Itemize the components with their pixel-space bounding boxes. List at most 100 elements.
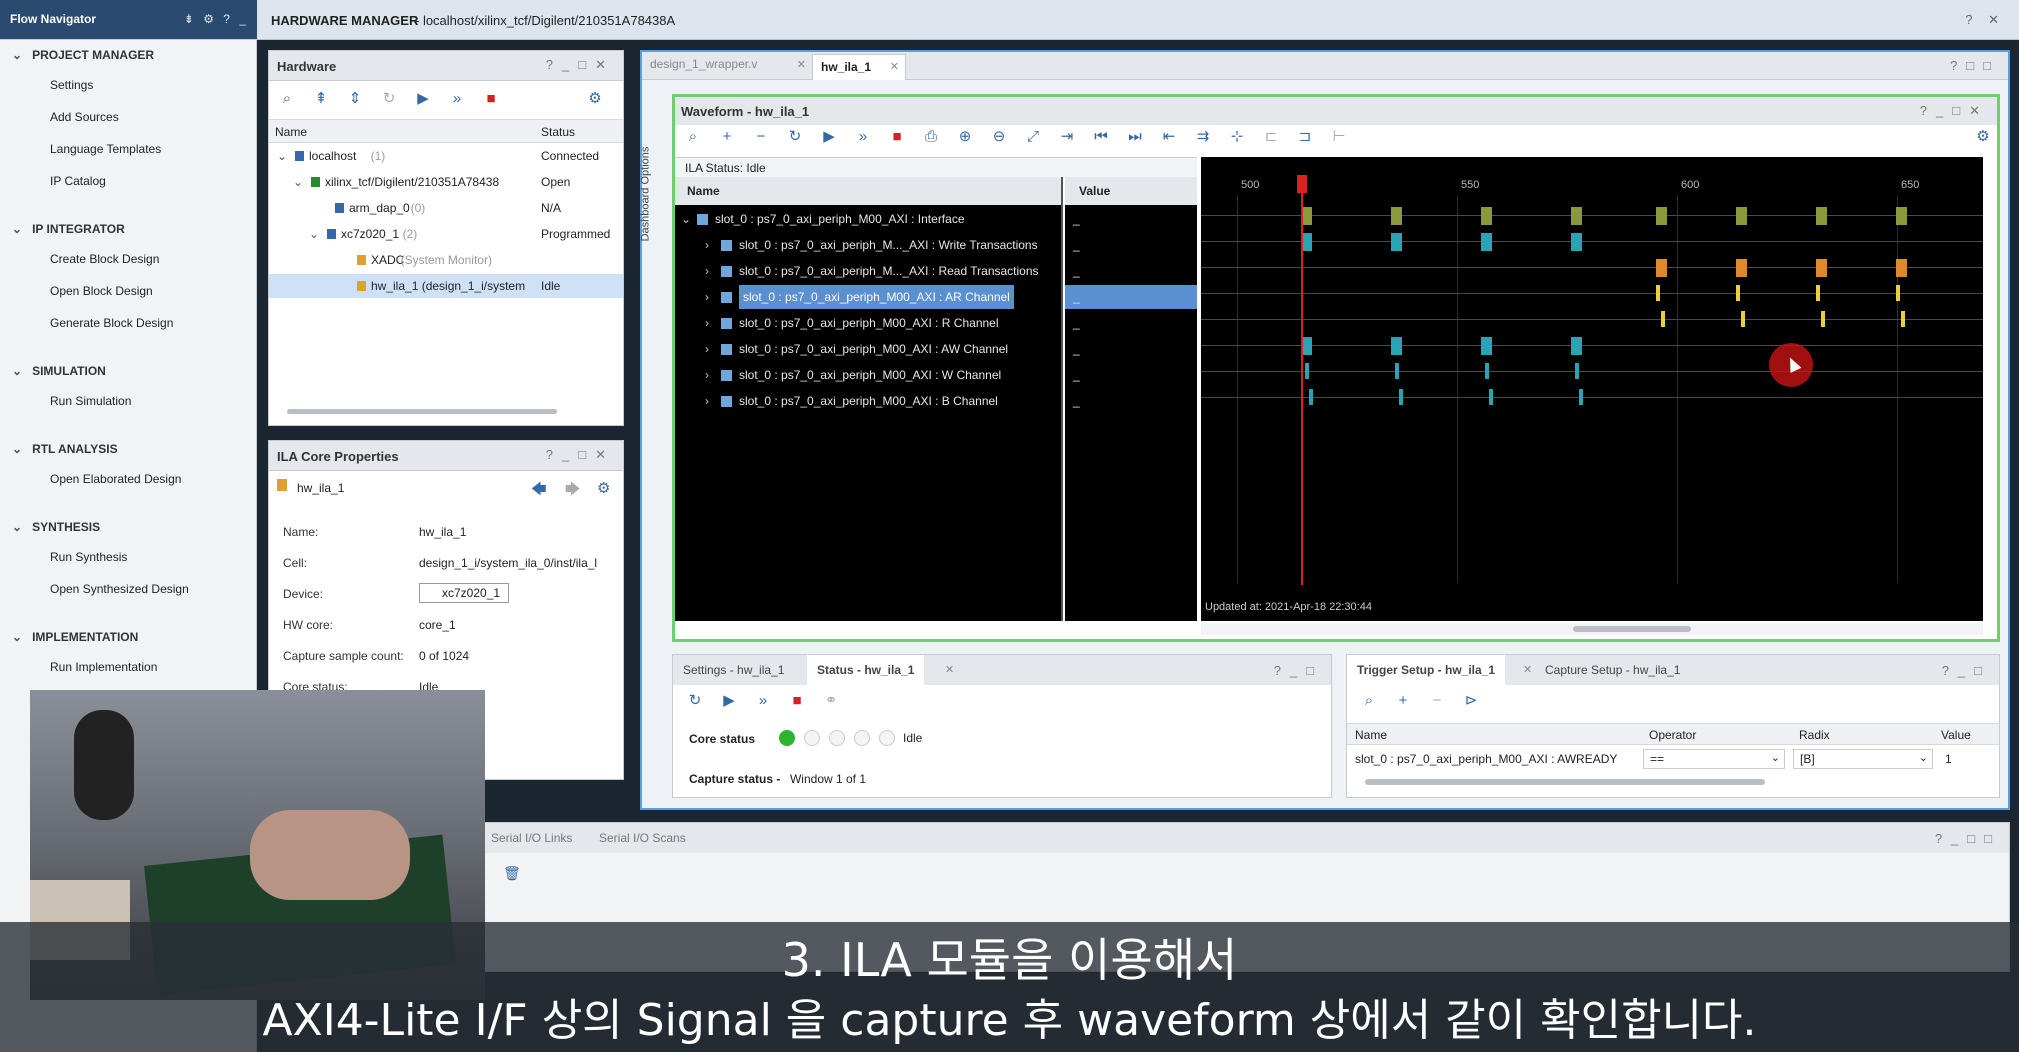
transaction-marker[interactable] [1481, 207, 1492, 225]
nav-item-run-implementation[interactable]: Run Implementation [50, 660, 157, 674]
hardware-tree-row[interactable]: ⌄ xc7z020_1 (2) Programmed [269, 222, 623, 246]
transaction-marker[interactable] [1736, 259, 1747, 277]
signal-row[interactable]: › slot_0 : ps7_0_axi_periph_M00_AXI : AW … [675, 337, 1061, 361]
chevron-right-icon[interactable]: › [705, 233, 709, 257]
transaction-marker[interactable] [1736, 285, 1740, 301]
close-icon[interactable]: ✕ [1523, 663, 1532, 676]
run-immediate-icon[interactable]: » [753, 691, 773, 711]
transaction-marker[interactable] [1579, 389, 1583, 405]
forward-arrow-icon[interactable]: 🡆 [565, 479, 581, 504]
trigger-row[interactable]: slot_0 : ps7_0_axi_periph_M00_AXI : AWRE… [1347, 747, 1999, 771]
nav-item-open-block-design[interactable]: Open Block Design [50, 284, 153, 298]
transaction-marker[interactable] [1656, 259, 1667, 277]
close-icon[interactable]: ✕ [945, 663, 954, 676]
nav-section-rtl-analysis[interactable]: ⌄ RTL ANALYSIS [12, 442, 118, 456]
tab-capture-setup[interactable]: Capture Setup - hw_ila_1 [1535, 655, 1690, 685]
tab-design-wrapper[interactable]: design_1_wrapper.v ✕ [650, 56, 810, 78]
transaction-marker[interactable] [1489, 389, 1493, 405]
prev-transition-icon[interactable]: ⇤ [1159, 127, 1179, 147]
signal-row[interactable]: › slot_0 : ps7_0_axi_periph_M..._AXI : Re… [675, 259, 1061, 283]
transaction-marker[interactable] [1821, 311, 1825, 327]
nav-item-create-block-design[interactable]: Create Block Design [50, 252, 159, 266]
go-to-cursor-icon[interactable]: ⇥ [1057, 127, 1077, 147]
gear-icon[interactable]: ⚙ [1973, 127, 1993, 147]
chevron-down-icon[interactable]: ⌄ [309, 222, 319, 246]
tab-settings-hw-ila[interactable]: Settings - hw_ila_1 [673, 655, 794, 685]
stop-icon[interactable]: ■ [887, 127, 907, 147]
next-marker-icon[interactable]: ⊐ [1295, 127, 1315, 147]
gear-icon[interactable]: ⚙ [585, 89, 605, 109]
trash-icon[interactable]: 🗑 [503, 865, 521, 882]
col-value-header[interactable]: Value [1079, 184, 1110, 198]
hardware-tree-row[interactable]: ⌄ localhost (1) Connected [269, 144, 623, 168]
nav-item-language-templates[interactable]: Language Templates [50, 142, 161, 156]
nav-item-ip-catalog[interactable]: IP Catalog [50, 174, 106, 188]
chevron-right-icon[interactable]: › [705, 389, 709, 413]
chevron-down-icon[interactable]: ⌄ [681, 207, 691, 231]
trigger-col-name[interactable]: Name [1355, 728, 1387, 742]
transaction-marker[interactable] [1395, 363, 1399, 379]
run-trigger-icon[interactable]: ▶ [719, 691, 739, 711]
signal-row[interactable]: › slot_0 : ps7_0_axi_periph_M00_AXI : W C… [675, 363, 1061, 387]
nav-section-implementation[interactable]: ⌄ IMPLEMENTATION [12, 630, 138, 644]
tab-serial-io-links[interactable]: Serial I/O Links [481, 823, 582, 853]
trigger-col-radix[interactable]: Radix [1799, 728, 1830, 742]
trigger-col-value[interactable]: Value [1941, 728, 1971, 742]
transaction-marker[interactable] [1741, 311, 1745, 327]
search-icon[interactable]: ⌕ [1359, 691, 1379, 711]
tab-trigger-setup[interactable]: Trigger Setup - hw_ila_1 [1347, 655, 1506, 685]
search-icon[interactable]: ⌕ [683, 127, 703, 147]
cursor-marker-handle[interactable] [1297, 175, 1307, 193]
signal-value-row[interactable]: _ [1065, 207, 1197, 231]
add-icon[interactable]: + [717, 127, 737, 147]
swap-cursors-icon[interactable]: ⊢ [1329, 127, 1349, 147]
chevron-right-icon[interactable]: › [705, 259, 709, 283]
search-icon[interactable]: ⌕ [277, 89, 297, 109]
chevron-right-icon[interactable]: › [705, 285, 709, 309]
hardware-tree-row[interactable]: hw_ila_1 (design_1_i/system Idle [269, 274, 623, 298]
chevron-down-icon[interactable]: ⌄ [293, 170, 303, 194]
chevron-right-icon[interactable]: › [705, 363, 709, 387]
transaction-marker[interactable] [1736, 207, 1747, 225]
transaction-marker[interactable] [1816, 207, 1827, 225]
horizontal-scrollbar[interactable] [1201, 623, 1983, 635]
close-icon[interactable]: ✕ [890, 60, 899, 73]
collapse-all-icon[interactable]: ⇞ [311, 89, 331, 109]
close-icon[interactable]: ✕ [797, 58, 806, 71]
transaction-marker[interactable] [1656, 285, 1660, 301]
operator-select[interactable]: == ⌄ [1643, 749, 1785, 769]
panel-window-controls[interactable]: ?_□□ [1935, 831, 2001, 846]
signal-value-row[interactable]: _ [1065, 233, 1197, 257]
nav-section-project-manager[interactable]: ⌄ PROJECT MANAGER [12, 48, 154, 62]
refresh-icon[interactable]: ↻ [785, 127, 805, 147]
panel-window-controls[interactable]: ?_□✕ [546, 57, 615, 73]
export-icon[interactable]: ⎙ [921, 127, 941, 147]
transaction-marker[interactable] [1305, 363, 1309, 379]
gear-icon[interactable]: ⚙ [597, 479, 610, 497]
panel-window-controls[interactable]: ?_□ [1942, 663, 1991, 678]
refresh-icon[interactable]: ↻ [685, 691, 705, 711]
nav-item-run-synthesis[interactable]: Run Synthesis [50, 550, 127, 564]
remove-icon[interactable]: − [1427, 691, 1447, 711]
transaction-marker[interactable] [1391, 337, 1402, 355]
hardware-tree-row[interactable]: ⌄ xilinx_tcf/Digilent/210351A78438 Open [269, 170, 623, 194]
transaction-marker[interactable] [1481, 337, 1492, 355]
transaction-marker[interactable] [1481, 233, 1492, 251]
transaction-marker[interactable] [1656, 207, 1667, 225]
dashboard-options-tab[interactable]: Dashboard Options [639, 132, 662, 262]
chevron-right-icon[interactable]: › [705, 311, 709, 335]
nav-item-generate-block-design[interactable]: Generate Block Design [50, 316, 173, 330]
run-immediate-icon[interactable]: » [447, 89, 467, 109]
transaction-marker[interactable] [1816, 285, 1820, 301]
remove-icon[interactable]: − [751, 127, 771, 147]
run-trigger-icon[interactable]: ▶ [413, 89, 433, 109]
transaction-marker[interactable] [1816, 259, 1827, 277]
nav-section-ip-integrator[interactable]: ⌄ IP INTEGRATOR [12, 222, 125, 236]
transaction-marker[interactable] [1575, 363, 1579, 379]
zoom-fit-icon[interactable]: ⤢ [1023, 127, 1043, 147]
transaction-marker[interactable] [1571, 233, 1582, 251]
col-name-header[interactable]: Name [687, 184, 720, 198]
trigger-settings-icon[interactable]: ⚭ [821, 691, 841, 711]
stop-icon[interactable]: ■ [787, 691, 807, 711]
transaction-marker[interactable] [1391, 207, 1402, 225]
